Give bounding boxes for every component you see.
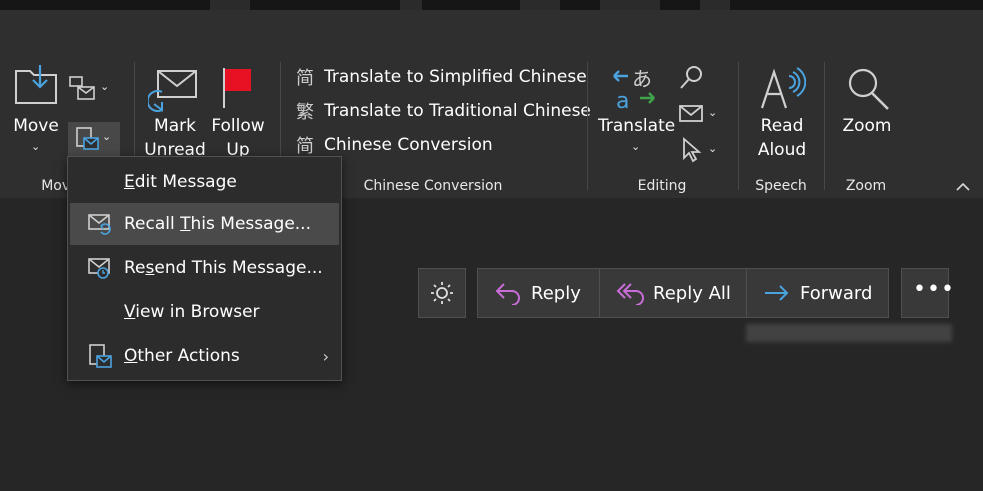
chevron-down-icon: ⌄ bbox=[100, 80, 110, 93]
group-label-editing: Editing bbox=[637, 178, 687, 194]
translate-traditional-label: Translate to Traditional Chinese bbox=[324, 101, 591, 121]
reply-icon bbox=[495, 283, 520, 305]
chevron-down-icon: ⌄ bbox=[102, 130, 112, 143]
chinese-conversion-label: Chinese Conversion bbox=[324, 135, 493, 155]
traditional-chinese-icon: 繁 bbox=[296, 102, 314, 123]
zoom-button[interactable]: Zoom bbox=[834, 62, 900, 162]
read-aloud-label: Read Aloud bbox=[757, 116, 807, 160]
chevron-right-icon: › bbox=[322, 346, 329, 366]
recall-message-icon bbox=[88, 214, 111, 235]
brightness-toggle-button[interactable] bbox=[418, 268, 466, 318]
simplified-chinese-icon: 简 bbox=[296, 68, 314, 89]
zoom-icon bbox=[848, 68, 889, 110]
menu-item-edit-message[interactable]: Edit Message bbox=[70, 161, 339, 203]
translate-icon: あ a bbox=[613, 67, 655, 110]
ribbon-separator bbox=[738, 62, 739, 190]
read-aloud-button[interactable]: Read Aloud bbox=[746, 62, 818, 162]
timestamp-redacted bbox=[746, 324, 952, 342]
reply-button[interactable]: Reply bbox=[477, 268, 600, 318]
forward-arrow-icon bbox=[765, 285, 789, 301]
menu-item-resend-message[interactable]: Resend This Message... bbox=[70, 247, 339, 289]
menu-item-other-actions[interactable]: Other Actions › bbox=[70, 335, 339, 377]
rules-button[interactable]: ⌄ bbox=[68, 74, 114, 104]
forward-button[interactable]: Forward bbox=[746, 268, 889, 318]
chevron-down-icon: ⌄ bbox=[31, 140, 41, 153]
chinese-conversion-button[interactable]: 简 Chinese Conversion bbox=[296, 132, 493, 158]
move-label: Move bbox=[13, 116, 59, 136]
collapse-ribbon-button[interactable] bbox=[952, 178, 974, 196]
ellipsis-icon: ••• bbox=[913, 277, 955, 302]
ribbon-separator bbox=[587, 62, 588, 190]
actions-dropdown-menu: Edit Message Recall This Message... Rese… bbox=[67, 156, 342, 381]
chevron-down-icon: ⌄ bbox=[708, 142, 718, 155]
related-button[interactable]: ⌄ bbox=[678, 102, 722, 130]
menu-item-view-in-browser[interactable]: View in Browser bbox=[70, 291, 339, 333]
find-button[interactable] bbox=[678, 64, 708, 92]
group-label-speech: Speech bbox=[755, 178, 807, 194]
translate-simplified-button[interactable]: 简 Translate to Simplified Chinese bbox=[296, 64, 587, 90]
svg-text:a: a bbox=[616, 89, 629, 110]
zoom-label: Zoom bbox=[842, 116, 892, 136]
reply-label: Reply bbox=[531, 283, 581, 304]
menu-item-label: Other Actions bbox=[124, 346, 240, 366]
title-bar-strip bbox=[0, 0, 983, 10]
chevron-down-icon: ⌄ bbox=[708, 106, 718, 119]
reply-all-button[interactable]: Reply All bbox=[599, 268, 747, 318]
read-aloud-icon bbox=[760, 67, 806, 109]
chevron-down-icon: ⌄ bbox=[631, 140, 641, 153]
mark-unread-icon bbox=[148, 70, 197, 112]
select-button[interactable]: ⌄ bbox=[678, 136, 722, 164]
actions-icon bbox=[76, 127, 99, 150]
forward-label: Forward bbox=[800, 283, 873, 304]
move-button[interactable]: Move ⌄ bbox=[8, 60, 64, 160]
group-label-zoom: Zoom bbox=[845, 178, 887, 194]
menu-item-label: Edit Message bbox=[124, 172, 237, 192]
chinese-conversion-icon: 简 bbox=[296, 136, 314, 157]
translate-button[interactable]: あ a Translate ⌄ bbox=[598, 62, 676, 162]
envelope-icon bbox=[679, 105, 703, 122]
translate-label: Translate bbox=[598, 116, 676, 136]
menu-item-label: View in Browser bbox=[124, 302, 260, 322]
translate-simplified-label: Translate to Simplified Chinese bbox=[324, 67, 587, 87]
mark-unread-button[interactable]: Mark Unread bbox=[140, 62, 210, 162]
other-actions-icon bbox=[89, 344, 112, 368]
sun-icon bbox=[431, 282, 453, 304]
flag-icon bbox=[223, 68, 251, 108]
menu-item-label: Resend This Message... bbox=[124, 258, 323, 278]
svg-text:あ: あ bbox=[632, 67, 652, 91]
search-icon bbox=[680, 66, 702, 89]
ribbon-separator bbox=[824, 62, 825, 190]
move-icon bbox=[15, 65, 57, 104]
mark-unread-label: Mark Unread bbox=[144, 116, 206, 160]
follow-up-button[interactable]: Follow Up bbox=[210, 62, 266, 162]
follow-up-label: Follow Up bbox=[211, 116, 265, 160]
menu-item-label: Recall This Message... bbox=[124, 214, 311, 234]
more-actions-button[interactable]: ••• bbox=[901, 268, 954, 318]
reply-all-label: Reply All bbox=[653, 283, 731, 304]
group-label-chinese-conversion: Chinese Conversion bbox=[363, 178, 503, 194]
cursor-icon bbox=[683, 137, 702, 163]
resend-message-icon bbox=[88, 258, 110, 279]
translate-traditional-button[interactable]: 繁 Translate to Traditional Chinese bbox=[296, 98, 591, 124]
chevron-up-icon bbox=[956, 182, 970, 191]
rules-icon bbox=[69, 76, 95, 100]
menu-item-recall-message[interactable]: Recall This Message... bbox=[70, 203, 339, 245]
reply-all-icon bbox=[616, 283, 644, 305]
actions-button[interactable]: ⌄ bbox=[68, 122, 120, 156]
